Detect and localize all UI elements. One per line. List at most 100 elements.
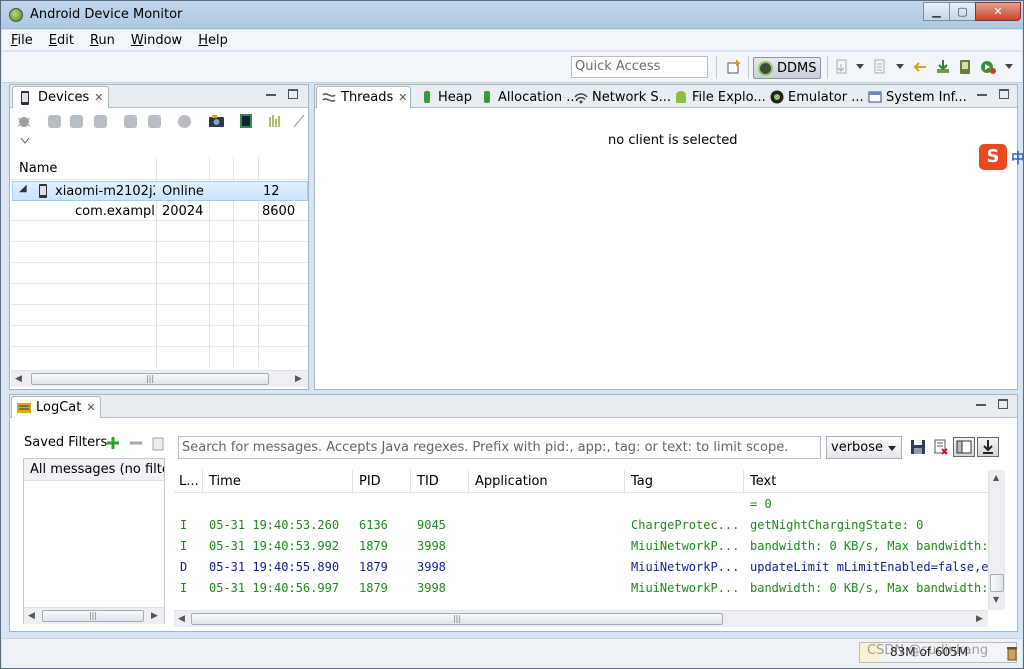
menu-edit[interactable]: Edit: [46, 33, 77, 48]
update-heap-icon[interactable]: [48, 115, 61, 128]
open-perspective-icon[interactable]: [726, 59, 742, 75]
logcat-horizontal-scrollbar[interactable]: ◀ ||| ▶: [174, 610, 988, 627]
maximize-window-button[interactable]: ▢: [949, 2, 976, 21]
add-filter-icon[interactable]: [106, 436, 120, 450]
scroll-left-icon[interactable]: ◀: [28, 611, 35, 621]
ddms-label: DDMS: [777, 60, 817, 76]
tab-emulator[interactable]: Emulator ...: [765, 86, 864, 108]
tab-logcat[interactable]: LogCat ✕: [11, 396, 101, 418]
filters-horizontal-scrollbar[interactable]: ◀ ||| ▶: [24, 607, 164, 624]
maximize-panel-button[interactable]: [998, 399, 1008, 409]
ime-badge[interactable]: S: [979, 144, 1007, 170]
tab-heap[interactable]: Heap: [415, 86, 472, 108]
log-level-select[interactable]: verbose: [826, 436, 902, 459]
minimize-window-button[interactable]: ▁: [923, 2, 950, 21]
sdk-manager-icon[interactable]: [957, 59, 973, 75]
systrace-icon[interactable]: [238, 113, 254, 129]
ime-language-indicator[interactable]: 中: [1011, 148, 1024, 168]
chevron-down-icon[interactable]: [896, 64, 904, 69]
process-port: 8600: [262, 204, 296, 219]
process-pid: 20024: [162, 204, 204, 219]
column-header-time[interactable]: Time: [209, 474, 241, 489]
column-header-name[interactable]: Name: [19, 161, 57, 176]
menu-help[interactable]: Help: [195, 33, 231, 48]
devices-horizontal-scrollbar[interactable]: ◀ ||| ▶: [11, 370, 308, 387]
tab-devices[interactable]: Devices ✕: [12, 86, 109, 108]
menu-run[interactable]: Run: [87, 33, 118, 48]
close-tab-icon[interactable]: ✕: [94, 91, 103, 104]
cause-gc-icon[interactable]: [94, 115, 107, 128]
table-row[interactable]: com.example. 20024 8600: [12, 202, 308, 222]
scroll-left-icon[interactable]: ◀: [15, 374, 22, 384]
log-row[interactable]: D 05-31 19:40:55.890 1879 3998 MiuiNetwo…: [174, 557, 988, 578]
remove-filter-icon[interactable]: [129, 436, 143, 450]
dump-view-hierarchy-icon[interactable]: [872, 59, 888, 75]
start-method-profiling-icon[interactable]: [148, 115, 161, 128]
scroll-right-icon[interactable]: ▶: [295, 374, 302, 384]
column-header-tid[interactable]: TID: [417, 474, 439, 489]
menu-file[interactable]: File: [8, 33, 36, 48]
scroll-thumb[interactable]: |||: [31, 373, 269, 385]
table-row[interactable]: ◢ xiaomi-m2102j2sc Online 12: [12, 181, 308, 201]
edit-filter-icon[interactable]: [151, 435, 165, 451]
logcat-search-input[interactable]: Search for messages. Accepts Java regexe…: [178, 436, 821, 459]
tab-allocation[interactable]: Allocation ...: [475, 86, 579, 108]
chevron-down-icon[interactable]: [20, 137, 30, 145]
scroll-thumb[interactable]: |||: [191, 613, 723, 625]
log-pid: 6136: [359, 518, 388, 532]
tab-threads[interactable]: Threads ✕: [316, 86, 411, 108]
tab-network[interactable]: Network S...: [569, 86, 671, 108]
column-header-tag[interactable]: Tag: [631, 474, 653, 489]
ddms-perspective-button[interactable]: DDMS: [753, 57, 821, 79]
dump-hprof-icon[interactable]: [70, 115, 83, 128]
camera-icon[interactable]: [208, 113, 225, 129]
back-arrow-icon[interactable]: [912, 59, 928, 75]
scroll-up-icon[interactable]: ▲: [993, 473, 999, 482]
log-row[interactable]: = 0: [174, 494, 988, 515]
minimize-panel-button[interactable]: [977, 86, 987, 96]
scroll-right-icon[interactable]: ▶: [976, 614, 983, 624]
close-tab-icon[interactable]: ✕: [86, 401, 95, 414]
quick-access-input[interactable]: Quick Access: [571, 56, 708, 78]
column-header-level[interactable]: L...: [179, 474, 199, 489]
tab-system-info[interactable]: System Inf...: [863, 86, 967, 108]
tab-file-explorer[interactable]: File Explo...: [669, 86, 766, 108]
run-icon[interactable]: [980, 59, 996, 75]
menu-window[interactable]: Window: [128, 33, 185, 48]
opengl-trace-icon[interactable]: [268, 113, 284, 129]
close-tab-icon[interactable]: ✕: [398, 91, 407, 104]
log-row[interactable]: I 05-31 19:40:53.260 6136 9045 ChargePro…: [174, 515, 988, 536]
stop-process-icon[interactable]: [178, 115, 191, 128]
maximize-panel-button[interactable]: [288, 89, 298, 99]
debug-process-icon[interactable]: [16, 113, 32, 129]
filter-item-all-messages[interactable]: All messages (no filters): [24, 459, 164, 481]
column-header-application[interactable]: Application: [475, 474, 548, 489]
save-icon[interactable]: [910, 439, 926, 455]
scroll-thumb[interactable]: |||: [42, 610, 144, 622]
column-header-text[interactable]: Text: [750, 474, 776, 489]
minimize-panel-button[interactable]: [976, 396, 986, 406]
log-row[interactable]: I 05-31 19:40:53.992 1879 3998 MiuiNetwo…: [174, 536, 988, 557]
scroll-right-icon[interactable]: ▶: [151, 611, 158, 621]
update-threads-icon[interactable]: [124, 115, 137, 128]
log-row[interactable]: I 05-31 19:40:56.997 1879 3998 MiuiNetwo…: [174, 578, 988, 599]
trash-icon[interactable]: [1006, 645, 1018, 661]
screen-capture-icon[interactable]: [834, 59, 850, 75]
download-icon[interactable]: [935, 59, 951, 75]
scroll-down-icon[interactable]: ▼: [993, 595, 999, 604]
clear-log-icon[interactable]: [933, 439, 949, 455]
minimize-panel-button[interactable]: [266, 86, 276, 96]
scroll-left-icon[interactable]: ◀: [178, 614, 185, 624]
view-menu-icon[interactable]: [292, 113, 306, 129]
scroll-lock-button[interactable]: [977, 437, 999, 457]
close-window-button[interactable]: ✕: [975, 2, 1021, 21]
logcat-vertical-scrollbar[interactable]: ▲ ▼: [988, 470, 1005, 610]
chevron-down-icon[interactable]: [1005, 64, 1013, 69]
maximize-panel-button[interactable]: [999, 89, 1009, 99]
expand-triangle-icon[interactable]: ◢: [19, 183, 27, 194]
toggle-filters-button[interactable]: [953, 437, 975, 457]
logcat-tabbar: LogCat ✕: [10, 395, 1017, 418]
chevron-down-icon[interactable]: [856, 64, 864, 69]
column-header-pid[interactable]: PID: [359, 474, 381, 489]
scroll-thumb[interactable]: [990, 574, 1004, 592]
